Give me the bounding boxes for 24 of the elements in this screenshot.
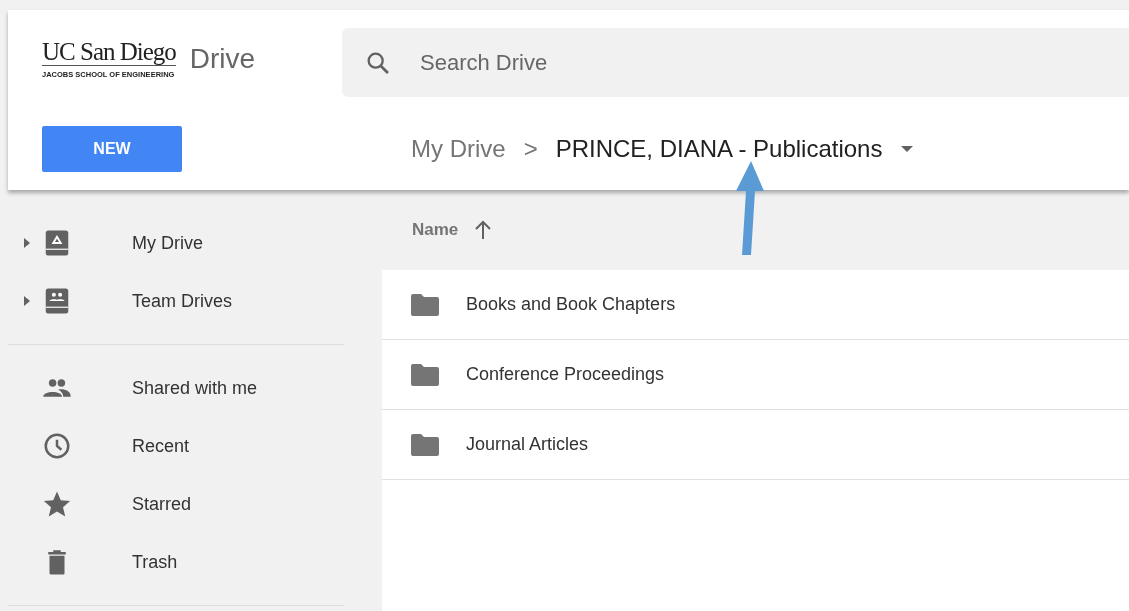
file-row[interactable]: Journal Articles — [382, 410, 1129, 480]
file-row[interactable]: Conference Proceedings — [382, 340, 1129, 410]
expand-caret-icon[interactable] — [22, 295, 32, 307]
dropdown-caret-icon[interactable] — [900, 145, 915, 153]
app-name: Drive — [189, 43, 256, 75]
breadcrumb-link[interactable]: My Drive — [411, 135, 506, 163]
folder-icon — [410, 292, 440, 317]
sidebar-item[interactable]: Team Drives — [8, 272, 344, 330]
sidebar-item[interactable]: Starred — [8, 475, 344, 533]
file-row[interactable]: Books and Book Chapters — [382, 270, 1129, 340]
logo-wordmark: UC San Diego — [42, 39, 176, 66]
folder-icon — [410, 432, 440, 457]
sidebar-item[interactable]: My Drive — [8, 214, 344, 272]
column-header[interactable]: Name — [412, 220, 459, 240]
sidebar-item[interactable]: Shared with me — [8, 359, 344, 417]
folder-icon — [410, 362, 440, 387]
breadcrumb-separator: > — [523, 135, 538, 163]
current-folder[interactable]: PRINCE, DIANA - Publications — [555, 135, 883, 163]
sort-arrow-icon[interactable] — [474, 220, 493, 240]
new-button[interactable]: NEW — [42, 126, 182, 172]
sidebar-item[interactable]: Recent — [8, 417, 344, 475]
expand-caret-icon[interactable] — [22, 237, 32, 249]
sidebar-item[interactable]: Trash — [8, 533, 344, 591]
clock-icon — [42, 431, 72, 461]
